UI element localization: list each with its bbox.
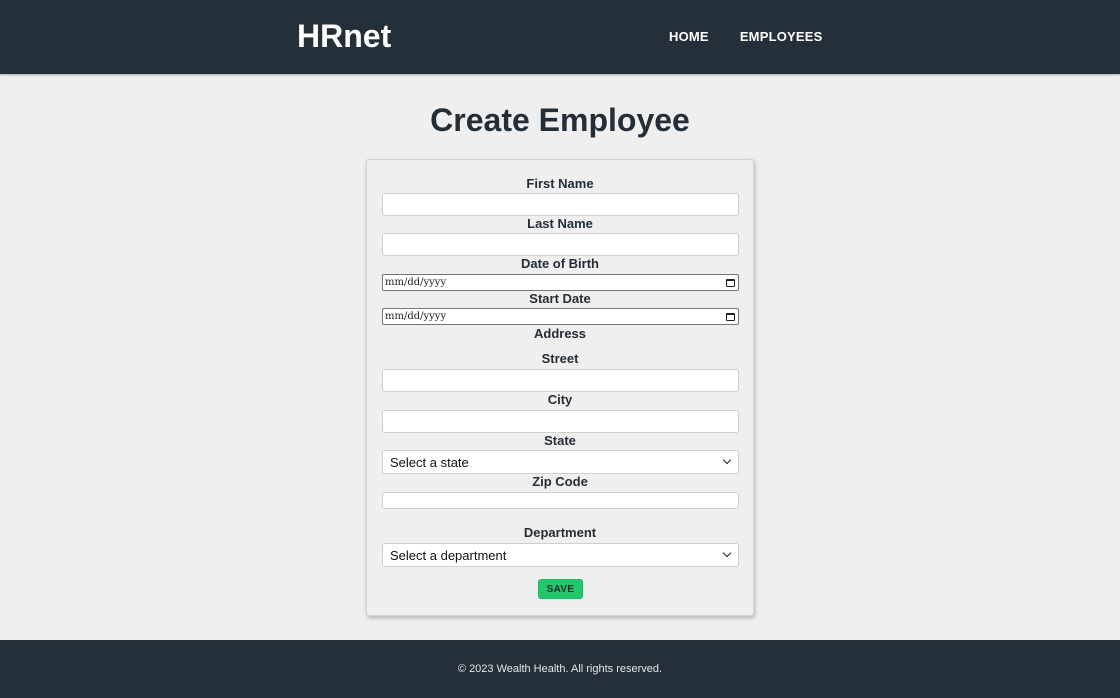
first-name-label: First Name	[526, 176, 594, 191]
date-of-birth-placeholder: mm/dd/yyyy	[385, 277, 447, 288]
start-date-placeholder: mm/dd/yyyy	[385, 311, 447, 322]
city-input[interactable]	[382, 410, 739, 433]
start-date-label: Start Date	[529, 291, 591, 306]
chevron-down-icon	[722, 548, 732, 558]
chevron-down-icon	[722, 455, 732, 465]
date-of-birth-label: Date of Birth	[521, 256, 599, 271]
state-select[interactable]: Select a state	[382, 450, 739, 474]
address-heading: Address	[533, 326, 587, 341]
state-label: State	[544, 433, 576, 448]
date-of-birth-input[interactable]: mm/dd/yyyy	[382, 274, 739, 291]
street-label: Street	[541, 351, 579, 366]
zip-code-label: Zip Code	[532, 474, 588, 489]
state-select-value: Select a state	[390, 454, 469, 470]
department-select-value: Select a department	[390, 547, 507, 563]
city-label: City	[547, 392, 573, 407]
first-name-input[interactable]	[382, 193, 739, 216]
site-header: HRnet HOME EMPLOYEES	[0, 0, 1120, 74]
create-employee-form: First Name Last Name Date of Birth mm/dd…	[366, 159, 754, 616]
start-date-input[interactable]: mm/dd/yyyy	[382, 308, 739, 325]
main-nav: HOME EMPLOYEES	[669, 29, 823, 45]
nav-home-link[interactable]: HOME	[669, 29, 709, 45]
zip-code-input[interactable]	[382, 492, 739, 509]
page-title: Create Employee	[430, 102, 690, 138]
logo-link[interactable]: HRnet	[297, 17, 391, 55]
street-input[interactable]	[382, 369, 739, 392]
department-select[interactable]: Select a department	[382, 543, 739, 567]
footer-copyright: © 2023 Wealth Health. All rights reserve…	[457, 663, 663, 675]
nav-employees-link[interactable]: EMPLOYEES	[740, 29, 823, 45]
department-label: Department	[523, 525, 597, 540]
last-name-input[interactable]	[382, 233, 739, 256]
save-button[interactable]: SAVE	[538, 579, 583, 599]
last-name-label: Last Name	[527, 216, 593, 231]
calendar-icon[interactable]	[726, 312, 735, 321]
calendar-icon[interactable]	[726, 278, 735, 287]
site-footer: © 2023 Wealth Health. All rights reserve…	[0, 640, 1120, 698]
